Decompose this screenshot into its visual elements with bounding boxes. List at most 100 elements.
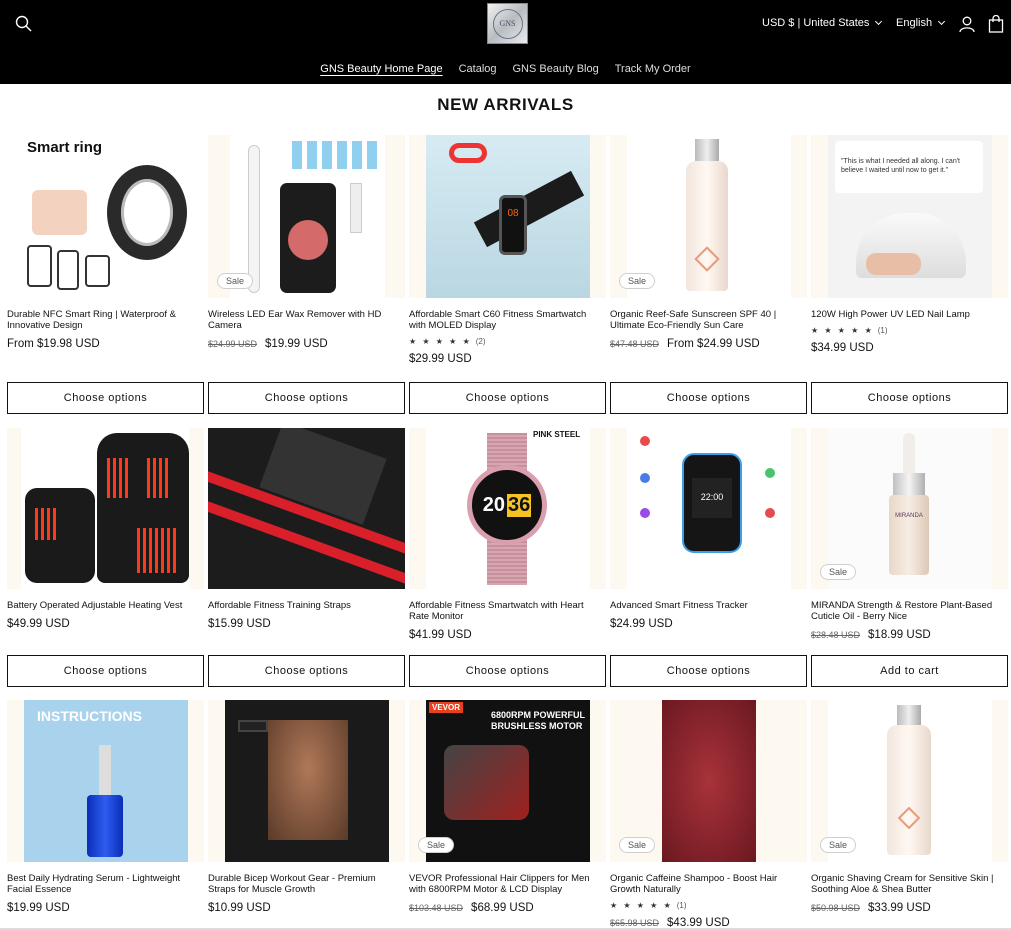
- nav-blog[interactable]: GNS Beauty Blog: [513, 63, 599, 75]
- product-price: $24.99 USD: [610, 618, 673, 630]
- sale-badge: Sale: [820, 564, 857, 580]
- product-title[interactable]: Organic Shaving Cream for Sensitive Skin…: [811, 873, 1008, 895]
- sale-badge: Sale: [619, 837, 656, 853]
- choose-options-button[interactable]: Choose options: [409, 382, 606, 414]
- image-caption: INSTRUCTIONS: [37, 708, 142, 724]
- product-image[interactable]: VEVOR 6800RPM POWERFUL BRUSHLESS MOTOR S…: [409, 700, 606, 862]
- product-card: Sale Organic Reef-Safe Sunscreen SPF 40 …: [610, 135, 807, 350]
- product-card: PINK STEEL 20 36 Affordable Fitness Smart…: [409, 428, 606, 641]
- site-logo[interactable]: GNS: [487, 3, 528, 44]
- product-rating: ★ ★ ★ ★ ★ (1): [811, 326, 1008, 335]
- product-title[interactable]: 120W High Power UV LED Nail Lamp: [811, 309, 1008, 320]
- product-image[interactable]: MIRANDA Sale: [811, 428, 1008, 589]
- product-title[interactable]: Best Daily Hydrating Serum - Lightweight…: [7, 873, 204, 895]
- rating-stars: ★ ★ ★ ★ ★: [811, 326, 874, 335]
- product-image[interactable]: Sale: [208, 135, 405, 298]
- product-price: $28.48 USD $18.99 USD: [811, 629, 931, 641]
- product-image[interactable]: [208, 428, 405, 589]
- chevron-down-icon: [938, 17, 946, 26]
- product-image[interactable]: Sale: [610, 135, 807, 298]
- currency-selector[interactable]: USD $ | United States: [762, 17, 883, 29]
- product-title[interactable]: Advanced Smart Fitness Tracker: [610, 600, 807, 611]
- product-image[interactable]: INSTRUCTIONS: [7, 700, 204, 862]
- product-card: Durable Bicep Workout Gear - Premium Str…: [208, 700, 405, 914]
- product-price: $10.99 USD: [208, 902, 271, 914]
- product-title[interactable]: Durable Bicep Workout Gear - Premium Str…: [208, 873, 405, 895]
- product-image[interactable]: Sale: [610, 700, 807, 862]
- rating-count: (2): [475, 337, 486, 346]
- main-navigation: GNS Beauty Home Page Catalog GNS Beauty …: [0, 63, 1011, 75]
- product-title[interactable]: Organic Reef-Safe Sunscreen SPF 40 | Ult…: [610, 309, 807, 331]
- product-card: Battery Operated Adjustable Heating Vest…: [7, 428, 204, 630]
- account-icon[interactable]: [958, 15, 976, 33]
- product-title[interactable]: Battery Operated Adjustable Heating Vest: [7, 600, 204, 611]
- nav-catalog[interactable]: Catalog: [459, 63, 497, 75]
- nav-home[interactable]: GNS Beauty Home Page: [320, 63, 442, 75]
- product-title[interactable]: VEVOR Professional Hair Clippers for Men…: [409, 873, 606, 895]
- product-image[interactable]: Sale: [811, 700, 1008, 862]
- sale-badge: Sale: [418, 837, 455, 853]
- image-caption: MIRANDA: [889, 495, 929, 575]
- choose-options-button[interactable]: Choose options: [811, 382, 1008, 414]
- product-price: From $19.98 USD: [7, 338, 100, 350]
- product-image[interactable]: PINK STEEL 20 36: [409, 428, 606, 589]
- product-price: $19.99 USD: [7, 902, 70, 914]
- logo-text: GNS: [492, 8, 523, 39]
- product-card: Sale Wireless LED Ear Wax Remover with H…: [208, 135, 405, 350]
- currency-label: USD $ | United States: [762, 17, 870, 29]
- product-price: $24.99 USD $19.99 USD: [208, 338, 328, 350]
- choose-options-button[interactable]: Choose options: [610, 655, 807, 687]
- product-card: INSTRUCTIONS Best Daily Hydrating Serum …: [7, 700, 204, 914]
- language-selector[interactable]: English: [896, 17, 946, 29]
- search-icon[interactable]: [14, 14, 34, 34]
- cart-icon[interactable]: [988, 15, 1004, 33]
- site-header: GNS USD $ | United States English GNS Be…: [0, 0, 1011, 84]
- nav-track-order[interactable]: Track My Order: [615, 63, 691, 75]
- section-title: NEW ARRIVALS: [437, 95, 574, 114]
- add-to-cart-button[interactable]: Add to cart: [811, 655, 1008, 687]
- choose-options-button[interactable]: Choose options: [409, 655, 606, 687]
- review-quote: "This is what I needed all along. I can'…: [835, 141, 983, 193]
- image-caption: Smart ring: [27, 139, 103, 156]
- product-card: 08 Affordable Smart C60 Fitness Smartwat…: [409, 135, 606, 365]
- product-title[interactable]: Affordable Fitness Training Straps: [208, 600, 405, 611]
- product-image[interactable]: "This is what I needed all along. I can'…: [811, 135, 1008, 298]
- product-price: $47.48 USD From $24.99 USD: [610, 338, 760, 350]
- chevron-down-icon: [875, 17, 883, 26]
- product-price: $50.98 USD $33.99 USD: [811, 902, 931, 914]
- product-price: $34.99 USD: [811, 342, 874, 354]
- product-price: $41.99 USD: [409, 629, 472, 641]
- product-title[interactable]: Durable NFC Smart Ring | Waterproof & In…: [7, 309, 204, 331]
- product-price: $103.48 USD $68.99 USD: [409, 902, 534, 914]
- choose-options-button[interactable]: Choose options: [208, 382, 405, 414]
- product-card: Affordable Fitness Training Straps $15.9…: [208, 428, 405, 630]
- product-image[interactable]: [7, 428, 204, 589]
- product-rating: ★ ★ ★ ★ ★ (1): [610, 901, 807, 910]
- product-card: VEVOR 6800RPM POWERFUL BRUSHLESS MOTOR S…: [409, 700, 606, 914]
- image-caption: 6800RPM POWERFUL BRUSHLESS MOTOR: [491, 710, 585, 731]
- product-price: $15.99 USD: [208, 618, 271, 630]
- product-title[interactable]: Affordable Fitness Smartwatch with Heart…: [409, 600, 606, 622]
- product-image[interactable]: Smart ring: [7, 135, 204, 298]
- product-price: $29.99 USD: [409, 353, 472, 365]
- product-rating: ★ ★ ★ ★ ★ (2): [409, 337, 606, 346]
- product-title[interactable]: Affordable Smart C60 Fitness Smartwatch …: [409, 309, 606, 331]
- choose-options-button[interactable]: Choose options: [208, 655, 405, 687]
- brand-label: VEVOR: [429, 702, 464, 713]
- language-label: English: [896, 17, 933, 29]
- choose-options-button[interactable]: Choose options: [7, 382, 204, 414]
- sale-badge: Sale: [619, 273, 656, 289]
- product-title[interactable]: Wireless LED Ear Wax Remover with HD Cam…: [208, 309, 405, 331]
- product-title[interactable]: Organic Caffeine Shampoo - Boost Hair Gr…: [610, 873, 807, 895]
- product-card: 22:00 Advanced Smart Fitness Tracker $24…: [610, 428, 807, 630]
- product-image[interactable]: 22:00: [610, 428, 807, 589]
- choose-options-button[interactable]: Choose options: [7, 655, 204, 687]
- product-image[interactable]: 08: [409, 135, 606, 298]
- product-card: Sale Organic Shaving Cream for Sensitive…: [811, 700, 1008, 914]
- image-caption: PINK STEEL: [533, 430, 581, 439]
- product-image[interactable]: [208, 700, 405, 862]
- product-title[interactable]: MIRANDA Strength & Restore Plant-Based C…: [811, 600, 1008, 622]
- choose-options-button[interactable]: Choose options: [610, 382, 807, 414]
- product-card: "This is what I needed all along. I can'…: [811, 135, 1008, 354]
- rating-stars: ★ ★ ★ ★ ★: [409, 337, 472, 346]
